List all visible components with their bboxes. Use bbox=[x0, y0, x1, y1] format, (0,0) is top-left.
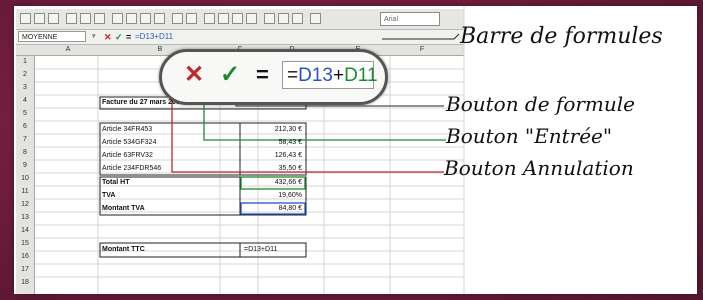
montant-ttc-label-cell[interactable]: Montant TTC bbox=[102, 246, 145, 253]
zoom-formula-button[interactable]: = bbox=[256, 59, 269, 91]
tva-value-cell[interactable]: 19,60% bbox=[242, 192, 302, 199]
total-ht-value-cell[interactable]: 432,66 € bbox=[242, 179, 302, 186]
zoom-formula-plus: + bbox=[332, 65, 345, 86]
montant-tva-label-cell[interactable]: Montant TVA bbox=[102, 205, 145, 212]
callout-formula-button: Bouton de formule bbox=[446, 92, 636, 116]
callout-enter-button: Bouton "Entrée" bbox=[446, 124, 613, 148]
callout-cancel-button: Bouton Annulation bbox=[444, 156, 634, 180]
total-ht-label-cell[interactable]: Total HT bbox=[102, 179, 129, 186]
zoom-formula-ref2: D11 bbox=[344, 65, 378, 86]
montant-tva-value-cell[interactable]: 84,80 € bbox=[242, 205, 302, 212]
item-value-cell[interactable]: 126,43 € bbox=[242, 152, 302, 159]
zoom-cancel-icon[interactable]: ✕ bbox=[184, 59, 204, 91]
montant-ttc-formula-cell[interactable]: =D13+D11 bbox=[244, 246, 277, 253]
item-value-cell[interactable]: 35,50 € bbox=[242, 165, 302, 172]
zoom-formula-prefix: = bbox=[287, 65, 299, 86]
item-label-cell[interactable]: Article 534GF324 bbox=[102, 139, 156, 146]
tva-label-cell[interactable]: TVA bbox=[102, 192, 115, 199]
item-label-cell[interactable]: Article 63FRV32 bbox=[102, 152, 153, 159]
callout-formula-bar: Barre de formules bbox=[460, 24, 663, 49]
item-label-cell[interactable]: Article 34FR453 bbox=[102, 126, 152, 133]
formula-bar-zoom: ✕ ✓ = =D13+D11 bbox=[159, 49, 388, 105]
zoom-enter-icon[interactable]: ✓ bbox=[220, 59, 240, 91]
item-value-cell[interactable]: 212,30 € bbox=[242, 126, 302, 133]
item-value-cell[interactable]: 58,43 € bbox=[242, 139, 302, 146]
screenshot-panel: Arial MOYENNE ▾ ✕ ✓ = =D13+D11 A B C D E… bbox=[14, 6, 697, 294]
zoom-formula-ref1: D13 bbox=[298, 65, 333, 86]
item-label-cell[interactable]: Article 234FDR546 bbox=[102, 165, 161, 172]
zoom-formula-input[interactable]: =D13+D11 bbox=[282, 61, 378, 89]
